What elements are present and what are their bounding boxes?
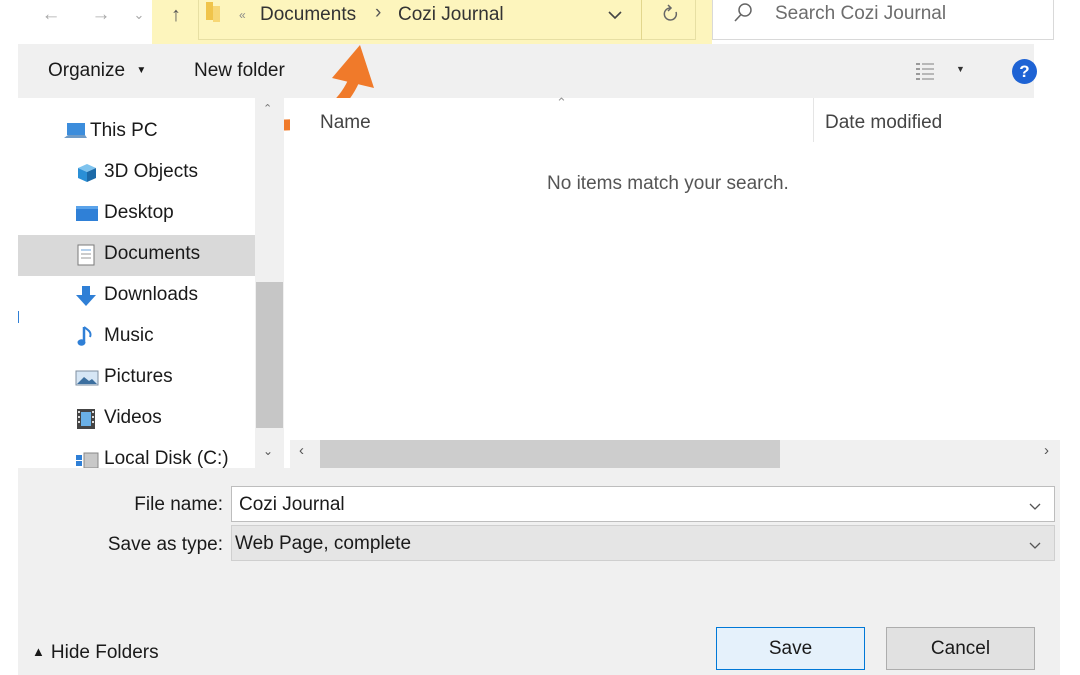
- save-as-type-value: Web Page, complete: [235, 533, 412, 554]
- column-header-date-modified[interactable]: Date modified: [825, 112, 942, 134]
- file-name-value[interactable]: Cozi Journal: [239, 494, 345, 516]
- toolbar: Organize ▼ New folder ▼ ?: [18, 44, 1037, 98]
- horizontal-scrollbar-thumb[interactable]: [320, 440, 780, 468]
- view-options-icon[interactable]: [914, 60, 942, 82]
- nav-item-3d-objects[interactable]: 3D Objects: [18, 153, 255, 194]
- hide-folders-button[interactable]: ▲ Hide Folders: [32, 642, 159, 664]
- nav-scrollbar-thumb[interactable]: [256, 282, 283, 428]
- breadcrumb-cozi-journal[interactable]: Cozi Journal: [398, 0, 504, 30]
- column-header-name[interactable]: Name: [320, 112, 371, 134]
- scroll-right-icon[interactable]: ›: [1044, 442, 1049, 459]
- empty-message: No items match your search.: [547, 173, 789, 194]
- save-as-type-chevron-icon[interactable]: [1028, 537, 1042, 555]
- documents-icon: [76, 244, 98, 266]
- nav-item-this-pc[interactable]: This PC: [18, 112, 255, 153]
- help-icon[interactable]: ?: [1012, 59, 1037, 84]
- horizontal-scrollbar[interactable]: ‹ ›: [290, 440, 1060, 468]
- folder-icon: [205, 2, 221, 24]
- 3d-objects-icon: [76, 162, 98, 184]
- address-bar[interactable]: « Documents › Cozi Journal: [198, 0, 696, 40]
- scroll-down-icon[interactable]: ⌄: [263, 444, 273, 458]
- cancel-button[interactable]: Cancel: [886, 627, 1035, 670]
- videos-icon: [76, 408, 98, 430]
- search-icon: [733, 0, 755, 26]
- file-name-label: File name:: [134, 494, 223, 515]
- hide-folders-label: Hide Folders: [50, 642, 159, 663]
- nav-item-downloads[interactable]: Downloads: [18, 276, 255, 317]
- focus-marker: [18, 311, 19, 323]
- navigation-pane: This PC 3D Objects Desktop Documents Dow…: [18, 98, 255, 472]
- desktop-icon: [75, 203, 98, 225]
- nav-item-pictures[interactable]: Pictures: [18, 358, 255, 399]
- nav-scrollbar[interactable]: ⌃ ⌄: [255, 98, 284, 472]
- scroll-left-icon[interactable]: ‹: [299, 442, 304, 459]
- scroll-up-icon[interactable]: ⌃: [263, 102, 272, 115]
- nav-item-music[interactable]: Music: [18, 317, 255, 358]
- file-list: ⌃ Name Date modified No items match your…: [290, 95, 1034, 440]
- recent-locations-chevron-icon[interactable]: ⌄: [130, 0, 148, 30]
- save-button[interactable]: Save: [716, 627, 865, 670]
- pictures-icon: [75, 367, 99, 389]
- organize-caret-icon: ▼: [136, 65, 147, 76]
- chevron-up-icon: ▲: [32, 644, 45, 659]
- address-dropdown-chevron-icon[interactable]: [607, 8, 623, 22]
- back-arrow-icon[interactable]: ←: [38, 0, 64, 30]
- nav-item-videos[interactable]: Videos: [18, 399, 255, 440]
- breadcrumb-documents[interactable]: Documents: [260, 0, 356, 30]
- up-arrow-icon[interactable]: ↑: [163, 0, 189, 30]
- save-as-type-select[interactable]: Web Page, complete: [231, 525, 1055, 561]
- breadcrumb-separator-icon: ›: [375, 2, 382, 23]
- download-arrow-icon: [75, 285, 97, 307]
- search-input[interactable]: Search Cozi Journal: [712, 0, 1054, 40]
- forward-arrow-icon[interactable]: →: [88, 0, 114, 30]
- file-name-chevron-icon[interactable]: [1028, 498, 1042, 516]
- organize-label: Organize: [48, 60, 126, 81]
- search-placeholder: Search Cozi Journal: [775, 3, 947, 24]
- file-name-field[interactable]: Cozi Journal: [231, 486, 1055, 522]
- computer-icon: [63, 121, 87, 143]
- music-note-icon: [76, 326, 98, 348]
- nav-item-desktop[interactable]: Desktop: [18, 194, 255, 235]
- overflow-icon[interactable]: «: [239, 8, 246, 22]
- address-divider: [641, 0, 642, 40]
- refresh-icon[interactable]: [661, 3, 681, 25]
- sort-ascending-icon: ⌃: [556, 95, 567, 110]
- column-divider[interactable]: [813, 98, 814, 142]
- view-options-caret-icon[interactable]: ▼: [956, 64, 965, 74]
- nav-item-documents[interactable]: Documents: [18, 235, 255, 276]
- save-form: File name: Cozi Journal Save as type: We…: [18, 468, 1060, 675]
- organize-button[interactable]: Organize ▼: [48, 60, 146, 82]
- save-as-type-label: Save as type:: [107, 534, 223, 555]
